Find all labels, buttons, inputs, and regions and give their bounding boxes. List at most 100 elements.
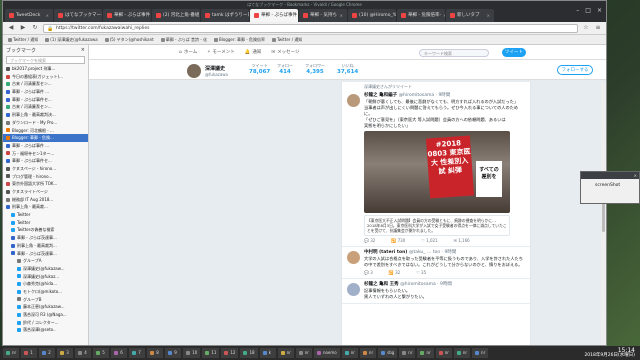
star-icon[interactable]: ☆ bbox=[582, 24, 590, 32]
menu-icon[interactable]: ≡ bbox=[594, 24, 602, 32]
taskbar-item[interactable]: 8 bbox=[147, 348, 164, 358]
tweet[interactable]: 杉龍之 亀和編子 @hiromitosama · 9時間 「朝鮮が悪くしても、最… bbox=[342, 90, 530, 247]
taskbar-item[interactable]: k bbox=[259, 348, 276, 358]
bookmark-4[interactable]: Blogger: 華郵 - 危険倍率 bbox=[212, 37, 267, 43]
sidebar-item[interactable]: 鈴代 / コレクター... bbox=[3, 319, 88, 327]
taskbar-item[interactable]: 11 bbox=[202, 348, 220, 358]
taskbar-item[interactable]: nr bbox=[295, 348, 312, 358]
tab-5[interactable]: 華郵 - ぷらば事件× bbox=[250, 9, 298, 22]
sidebar-item[interactable]: 東京外国語大学所 TOK... bbox=[3, 180, 88, 188]
taskbar-item[interactable]: 9 bbox=[165, 348, 182, 358]
taskbar-item[interactable]: noemo bbox=[313, 348, 340, 358]
bookmark-5[interactable]: Twitter / 通知 bbox=[270, 37, 304, 43]
tab-close-icon[interactable]: × bbox=[340, 9, 343, 22]
taskbar-item[interactable]: 3 bbox=[57, 348, 74, 358]
sidebar-item[interactable]: 落合深澤(@seto.. bbox=[3, 326, 88, 334]
tab-2[interactable]: 華郵 - ぷらば事件× bbox=[103, 9, 151, 22]
sidebar-item[interactable]: 刑事上角 - 最高裁判決... bbox=[3, 111, 88, 119]
sidebar-item[interactable]: 万 - 福堪寺セン1ター... bbox=[3, 150, 88, 158]
minimize-icon[interactable]: – bbox=[576, 7, 579, 14]
taskbar-item[interactable]: nr bbox=[472, 348, 489, 358]
follow-button[interactable]: フォローする bbox=[557, 65, 593, 75]
sidebar-item[interactable]: 華郵 - ぷらば茨達事... bbox=[3, 234, 88, 242]
back-icon[interactable]: ◀ bbox=[7, 24, 15, 32]
tab-1[interactable]: はてなブックマーク× bbox=[54, 9, 102, 22]
tweet[interactable]: 杉龍之 亀和 王秀 @hiromitosama · 9時間 記事情報をもらいたい… bbox=[342, 279, 530, 304]
bookmark-0[interactable]: Twitter / 通知 bbox=[6, 37, 40, 43]
sidebar-item[interactable]: 深澤議史(@fukazaw... bbox=[3, 265, 88, 273]
like-action[interactable]: ♡ 35 bbox=[416, 270, 426, 275]
sidebar-item[interactable]: 華郵 - ぷらば事件 ... bbox=[3, 142, 88, 150]
sidebar-close-icon[interactable]: × bbox=[81, 47, 85, 53]
taskbar-item[interactable]: 18 bbox=[240, 348, 258, 358]
sidebar-item[interactable]: 小森秀克(@hida... bbox=[3, 280, 88, 288]
maximize-icon[interactable]: □ bbox=[585, 7, 591, 14]
sidebar-item[interactable]: モトクロ(@mikoto... bbox=[3, 288, 88, 296]
reply-action[interactable]: 💬 32 bbox=[364, 238, 375, 243]
taskbar-item[interactable]: nr bbox=[3, 348, 20, 358]
sidebar-item[interactable]: 今日の番組表(ガジェット)... bbox=[3, 73, 88, 81]
sidebar-item[interactable]: グループA bbox=[3, 257, 88, 265]
link-card[interactable]: 【東京医大不正入試問題】会員の方の受験ともに、痕跡の捜査を明らかに… 2018年… bbox=[364, 215, 510, 236]
taskbar-item[interactable]: 10 bbox=[183, 348, 201, 358]
profile-avatar[interactable] bbox=[187, 64, 201, 78]
taskbar-item[interactable]: 5 bbox=[93, 348, 110, 358]
page-scrollbar[interactable] bbox=[601, 82, 606, 345]
tab-close-icon[interactable]: × bbox=[487, 9, 490, 22]
sidebar-item[interactable]: 総務部 IT Aug 2018... bbox=[3, 196, 88, 204]
sidebar-item[interactable]: Blogger: 河北鶴根 - ... bbox=[3, 127, 88, 135]
taskbar-item[interactable]: 6 bbox=[111, 348, 128, 358]
tab-8[interactable]: 華郵 - 危険倍率- × bbox=[397, 9, 445, 22]
retweet-action[interactable]: 🔁 32 bbox=[389, 270, 400, 275]
sidebar-item[interactable]: クヌスライトページ bbox=[3, 188, 88, 196]
taskbar-item[interactable]: 7 bbox=[129, 348, 146, 358]
taskbar-item[interactable]: nr bbox=[359, 348, 377, 358]
sidebar-item[interactable]: 刑事上角 - 最高裁... bbox=[3, 203, 88, 211]
reload-icon[interactable]: ↻ bbox=[31, 24, 39, 32]
address-bar[interactable]: 🔒 https://twitter.com/fukazawaiwahi_repli… bbox=[43, 23, 578, 33]
tab-close-icon[interactable]: × bbox=[46, 9, 49, 22]
sidebar-item[interactable]: 刑事上角 - 最高裁判... bbox=[3, 242, 88, 250]
nav-messages[interactable]: ✉ メッセージ bbox=[271, 49, 299, 56]
sidebar-item[interactable]: 華郵 - ぷらば事件セ... bbox=[3, 96, 88, 104]
taskbar-item[interactable]: nr bbox=[277, 348, 294, 358]
tweet-avatar[interactable] bbox=[347, 283, 360, 296]
bookmark-1[interactable]: (1) 深澤議史(@fukazawa bbox=[43, 37, 99, 43]
sidebar-item[interactable]: ブログ管理 - hirono... bbox=[3, 173, 88, 181]
taskbar-item[interactable]: nr bbox=[417, 348, 434, 358]
sidebar-item[interactable]: Twitter bbox=[3, 211, 88, 219]
share-action[interactable]: ✉ 1,166 bbox=[454, 238, 470, 243]
bookmark-3[interactable]: 華郵 - ぷらば 昔詩 - 化 bbox=[159, 37, 209, 43]
tab-0[interactable]: TweetDeck × bbox=[5, 9, 53, 22]
taskbar-item[interactable]: 12 bbox=[221, 348, 239, 358]
popup-close-icon[interactable]: × bbox=[634, 172, 639, 179]
sidebar-item[interactable]: 古来 / 河清廉潔セン... bbox=[3, 103, 88, 111]
clock[interactable]: 15:14 2018年9月26日(水曜日) bbox=[584, 348, 637, 359]
like-action[interactable]: ♡ 1,021 bbox=[421, 238, 437, 243]
tab-4[interactable]: tamk はずうりー日記× bbox=[201, 9, 249, 22]
tweet-button[interactable]: ツイート bbox=[502, 48, 526, 57]
tab-6[interactable]: 華郵 - 気持ち × bbox=[299, 9, 347, 22]
sidebar-item[interactable]: クヌスページ - hirono... bbox=[3, 165, 88, 173]
nav-home[interactable]: ⌂ ホーム bbox=[179, 49, 197, 56]
sidebar-item[interactable]: Blogger: 華郵 - 危険... bbox=[3, 134, 88, 142]
nav-moments[interactable]: ⚡ モーメント bbox=[207, 49, 235, 56]
taskbar-item[interactable]: 4 bbox=[75, 348, 92, 358]
forward-icon[interactable]: ▶ bbox=[19, 24, 27, 32]
tweet-avatar[interactable] bbox=[347, 251, 360, 264]
sidebar-item[interactable]: 華郵 - ぷらば茨達事... bbox=[3, 250, 88, 258]
taskbar-item[interactable]: nr bbox=[435, 348, 452, 358]
sidebar-item[interactable]: 華郵 - ぷらば事件セ... bbox=[3, 157, 88, 165]
sidebar-item[interactable]: 古来 / 河清廉潔セン... bbox=[3, 80, 88, 88]
taskbar-item[interactable]: sbg bbox=[378, 348, 398, 358]
tab-7[interactable]: (10) @Hiromo_Yaku× bbox=[348, 9, 396, 22]
close-icon[interactable]: × bbox=[597, 7, 602, 14]
retweet-action[interactable]: 🔁 730 bbox=[391, 238, 405, 243]
stat-following[interactable]: フォロー 414 bbox=[277, 63, 293, 75]
sidebar-item[interactable]: 藤本正恵(@fukazaw... bbox=[3, 303, 88, 311]
sidebar-item[interactable]: 深澤議史(@fukaz... bbox=[3, 273, 88, 281]
tweet[interactable]: 中村明 (tateri ton) @taku_ … ton · 9時間 大学の入… bbox=[342, 247, 530, 279]
sidebar-item[interactable]: ダウンロード - My Pro... bbox=[3, 119, 88, 127]
sidebar-item[interactable]: bk2017.project 刑事... bbox=[3, 65, 88, 73]
sidebar-item[interactable]: Twitter bbox=[3, 219, 88, 227]
